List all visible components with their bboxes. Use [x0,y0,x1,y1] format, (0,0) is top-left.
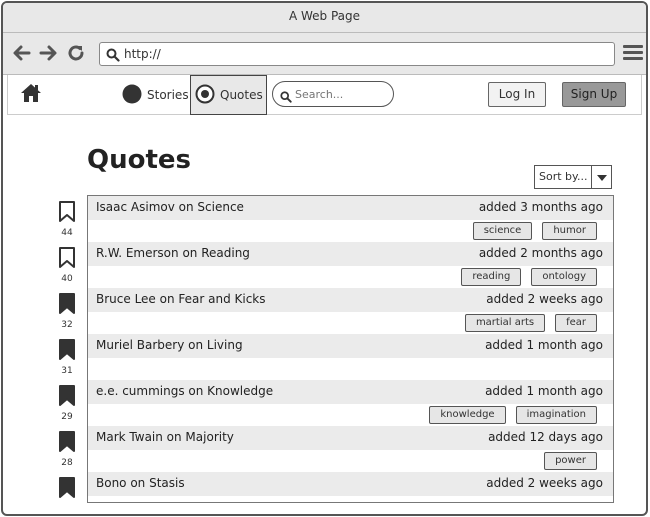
vote-widget: 28 [55,431,79,468]
search-input[interactable] [295,86,389,102]
vote-widget: 32 [55,293,79,330]
site-navbar: Stories Quotes Log In Sign Up [7,75,642,115]
search-icon [280,88,292,107]
bookmark-icon[interactable] [55,247,79,273]
nav-quotes-label: Quotes [220,88,263,102]
nav-stories[interactable]: Stories [122,75,189,115]
quote-row[interactable]: e.e. cummings on Knowledge added 1 month … [88,380,613,426]
nav-stories-label: Stories [147,88,189,102]
chevron-down-icon[interactable] [591,166,611,188]
tag-list: knowledge imagination [429,406,597,424]
vote-widget [55,477,79,504]
tag-chip[interactable]: humor [542,222,597,240]
quote-row-header: Bruce Lee on Fear and Kicks added 2 weeks… [88,288,613,312]
tag-list: martial arts fear [464,314,597,332]
bookmark-icon[interactable] [55,477,79,503]
signup-button[interactable]: Sign Up [562,82,626,107]
page-title: Quotes [87,145,192,175]
window-title: A Web Page [3,3,646,33]
hamburger-menu-icon[interactable] [623,45,643,63]
quote-title[interactable]: Bruce Lee on Fear and Kicks [96,292,266,306]
tag-chip[interactable]: ontology [531,268,597,286]
stories-circle-icon [122,84,142,107]
vote-count: 29 [61,412,73,422]
vote-widget: 29 [55,385,79,422]
browser-window: A Web Page Stories [1,1,648,516]
quote-added-date: added 2 weeks ago [486,476,603,490]
reload-icon[interactable] [65,42,87,64]
login-button[interactable]: Log In [488,82,546,107]
bookmark-icon[interactable] [55,339,79,365]
sort-dropdown[interactable]: Sort by... [534,165,612,189]
quote-row-header: Muriel Barbery on Living added 1 month ag… [88,334,613,358]
radio-selected-icon [195,84,215,107]
tag-chip[interactable]: martial arts [464,314,546,332]
quote-title[interactable]: Bono on Stasis [96,476,185,490]
site-search[interactable] [272,81,394,107]
quote-added-date: added 12 days ago [488,430,603,444]
bookmark-icon[interactable] [55,385,79,411]
quote-row[interactable]: Bruce Lee on Fear and Kicks added 2 weeks… [88,288,613,334]
quote-row[interactable]: Isaac Asimov on Science added 3 months ag… [88,196,613,242]
tag-chip[interactable]: science [472,222,533,240]
quote-row-header: e.e. cummings on Knowledge added 1 month … [88,380,613,404]
tag-chip[interactable]: reading [461,268,522,286]
vote-count: 28 [61,458,73,468]
vote-widget: 31 [55,339,79,376]
vote-count: 31 [61,366,73,376]
quote-added-date: added 1 month ago [485,338,603,352]
vote-count: 40 [61,274,73,284]
quote-title[interactable]: Muriel Barbery on Living [96,338,243,352]
quote-title[interactable]: e.e. cummings on Knowledge [96,384,273,398]
quote-added-date: added 2 months ago [478,246,603,260]
quote-row-header: Mark Twain on Majority added 12 days ago [88,426,613,450]
quote-list: Isaac Asimov on Science added 3 months ag… [87,195,614,503]
quote-row[interactable]: R.W. Emerson on Reading added 2 months ag… [88,242,613,288]
tag-list: science humor [472,222,597,240]
bookmark-icon[interactable] [55,293,79,319]
vote-count: 32 [61,320,73,330]
quote-row[interactable]: Mark Twain on Majority added 12 days ago p… [88,426,613,472]
quote-row[interactable]: Muriel Barbery on Living added 1 month ag… [88,334,613,380]
quote-added-date: added 1 month ago [485,384,603,398]
tag-chip[interactable]: fear [555,314,597,332]
bookmark-icon[interactable] [55,201,79,227]
back-arrow-icon[interactable] [11,42,33,64]
vote-count: 44 [61,228,73,238]
tag-chip[interactable]: power [544,452,597,470]
search-icon [106,47,120,66]
tag-chip[interactable]: knowledge [429,406,506,424]
home-icon[interactable] [20,83,42,107]
vote-widget: 44 [55,201,79,238]
quote-title[interactable]: Mark Twain on Majority [96,430,234,444]
tag-chip[interactable]: imagination [515,406,597,424]
forward-arrow-icon[interactable] [37,42,59,64]
tag-list: power [544,452,597,470]
quote-added-date: added 3 months ago [478,200,603,214]
address-bar[interactable] [99,42,615,66]
quote-row-header: Isaac Asimov on Science added 3 months ag… [88,196,613,220]
sort-label: Sort by... [539,170,588,183]
quote-title[interactable]: R.W. Emerson on Reading [96,246,250,260]
quote-row-header: R.W. Emerson on Reading added 2 months ag… [88,242,613,266]
tag-list: reading ontology [461,268,597,286]
vote-widget: 40 [55,247,79,284]
bookmark-icon[interactable] [55,431,79,457]
quote-row[interactable]: Bono on Stasis added 2 weeks ago [88,472,613,514]
url-input[interactable] [124,45,604,63]
browser-toolbar [3,33,646,75]
nav-quotes[interactable]: Quotes [190,75,267,115]
quote-row-header: Bono on Stasis added 2 weeks ago [88,472,613,496]
quote-title[interactable]: Isaac Asimov on Science [96,200,244,214]
quote-added-date: added 2 weeks ago [486,292,603,306]
